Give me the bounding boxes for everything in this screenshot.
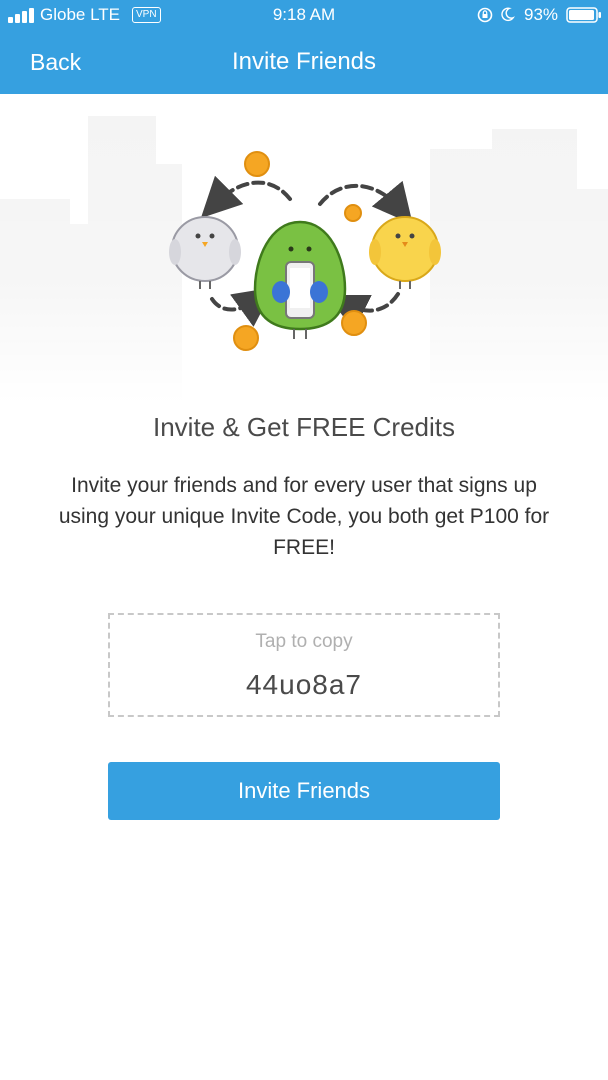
battery-icon — [566, 7, 601, 23]
green-bird-icon — [253, 220, 347, 339]
headline: Invite & Get FREE Credits — [153, 412, 455, 442]
page-title: Invite Friends — [231, 48, 377, 75]
moon-icon — [501, 7, 515, 22]
orientation-lock-icon — [477, 7, 493, 23]
battery-percent: 93% — [524, 5, 559, 24]
invite-code-box[interactable]: Tap to copy 44uo8a7 — [108, 613, 500, 717]
status-time: 9:18 AM — [272, 5, 336, 24]
hero-illustration — [0, 94, 608, 404]
status-bar: Globe LTE VPN 9:18 AM 93% — [0, 0, 608, 30]
description: Invite your friends and for every user t… — [58, 474, 550, 559]
invite-code[interactable]: 44uo8a7 — [110, 669, 498, 701]
header: Globe LTE VPN 9:18 AM 93% Back Invite Fr… — [0, 0, 608, 94]
invite-friends-button[interactable]: Invite Friends — [108, 762, 500, 820]
tap-to-copy-hint: Tap to copy — [255, 631, 353, 652]
